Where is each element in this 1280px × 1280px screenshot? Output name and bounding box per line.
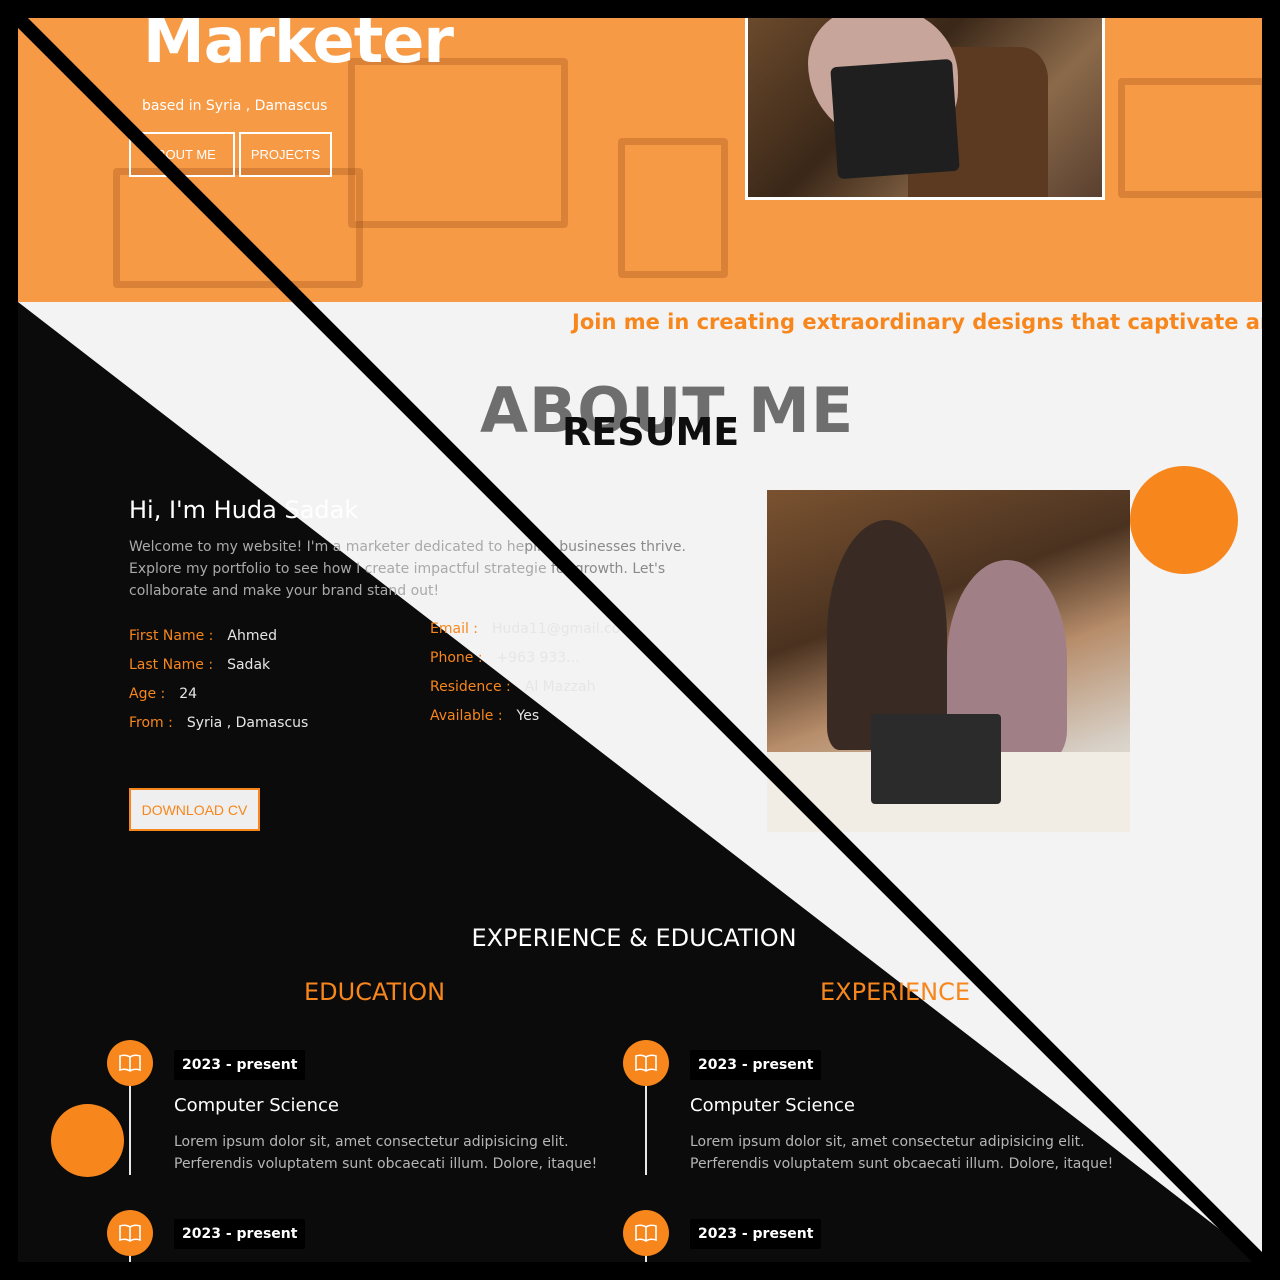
date-badge: 2023 - present (690, 1219, 822, 1249)
about-photo (767, 490, 1130, 832)
hero-section: Marketer based in Syria , Damascus ABOUT… (18, 18, 1262, 302)
field-key: Email : (430, 621, 479, 637)
field-available: Available : Yes (430, 708, 539, 724)
book-icon (623, 1210, 669, 1256)
field-key: Available : (430, 708, 503, 724)
field-phone: Phone : +963 933... (430, 650, 580, 666)
decor-circle (1130, 466, 1238, 574)
photo-detail (871, 714, 1001, 804)
hero-title: Marketer (143, 18, 454, 77)
field-value: 24 (179, 686, 198, 702)
resume-title: RESUME (562, 410, 740, 454)
sketch-decoration (1118, 78, 1262, 198)
intro-text: collaborate and make your brand stand ou… (129, 583, 440, 599)
field-value: Sadak (227, 657, 271, 673)
entry-description: Lorem ipsum dolor sit, amet consectetur … (690, 1131, 1150, 1175)
education-title: EDUCATION (304, 978, 446, 1006)
field-age: Age : 24 (129, 686, 197, 702)
sketch-decoration (113, 168, 363, 288)
book-icon (623, 1040, 669, 1086)
about-me-button[interactable]: ABOUT ME (129, 132, 235, 177)
hero-subtitle: based in Syria , Damascus (142, 98, 328, 114)
intro-text: Explore my portfolio to see how I create… (129, 561, 547, 577)
entry-desc-line: Perferendis voluptatem sunt obcaecati il… (174, 1156, 598, 1172)
timeline-line (645, 1085, 647, 1175)
field-value: Yes (516, 708, 540, 724)
download-cv-button[interactable]: DOWNLOAD CV (129, 788, 260, 831)
field-first-name: First Name : Ahmed (129, 628, 277, 644)
field-residence: Residence : Al Mazzah (430, 679, 595, 695)
entry-desc-line: Lorem ipsum dolor sit, amet consectetur … (690, 1134, 1085, 1150)
field-value: Ahmed (227, 628, 277, 644)
field-email: Email : Huda11@gmail.com (430, 621, 634, 637)
sketch-decoration (348, 58, 568, 228)
date-badge: 2023 - present (690, 1050, 822, 1080)
field-key: From : (129, 715, 173, 731)
field-from: From : Syria , Damascus (129, 715, 308, 731)
intro-paragraph: Welcome to my website! I'm a marketer de… (129, 536, 729, 602)
field-key: Residence : (430, 679, 511, 695)
book-icon (107, 1040, 153, 1086)
field-value: Al Mazzah (524, 679, 596, 695)
resume-section-title: EXPERIENCE & EDUCATION (471, 924, 797, 952)
field-value: Syria , Damascus (186, 715, 309, 731)
experience-title: EXPERIENCE (820, 978, 971, 1006)
entry-desc-line: Lorem ipsum dolor sit, amet consectetur … (174, 1134, 569, 1150)
sketch-decoration (618, 138, 728, 278)
field-value: +963 933... (496, 650, 580, 666)
field-key: Age : (129, 686, 166, 702)
entry-description: Lorem ipsum dolor sit, amet consectetur … (174, 1131, 634, 1175)
hero-photo (745, 18, 1105, 200)
field-key: Last Name : (129, 657, 214, 673)
date-badge: 2023 - present (174, 1050, 306, 1080)
field-last-name: Last Name : Sadak (129, 657, 270, 673)
projects-button[interactable]: PROJECTS (239, 132, 332, 177)
intro-text: Welcome to my website! I'm a marketer de… (129, 539, 525, 555)
greeting-heading: Hi, I'm Huda Sadak (129, 496, 359, 524)
timeline-line (129, 1085, 131, 1175)
date-badge: 2023 - present (174, 1219, 306, 1249)
field-key: First Name : (129, 628, 214, 644)
page-frame: Marketer based in Syria , Damascus ABOUT… (18, 18, 1262, 1262)
entry-desc-line: Perferendis voluptatem sunt obcaecati il… (690, 1156, 1114, 1172)
intro-text: ping businesses thrive. (524, 539, 686, 555)
field-key: Phone : (430, 650, 483, 666)
marquee-text: Join me in creating extraordinary design… (572, 310, 1262, 334)
photo-detail (830, 58, 960, 180)
book-icon (107, 1210, 153, 1256)
field-value: Huda11@gmail.com (492, 621, 634, 637)
intro-text: for growth. Let's (551, 561, 666, 577)
entry-title: Computer Science (690, 1095, 855, 1116)
entry-title: Computer Science (174, 1095, 339, 1116)
decor-circle (51, 1104, 124, 1177)
